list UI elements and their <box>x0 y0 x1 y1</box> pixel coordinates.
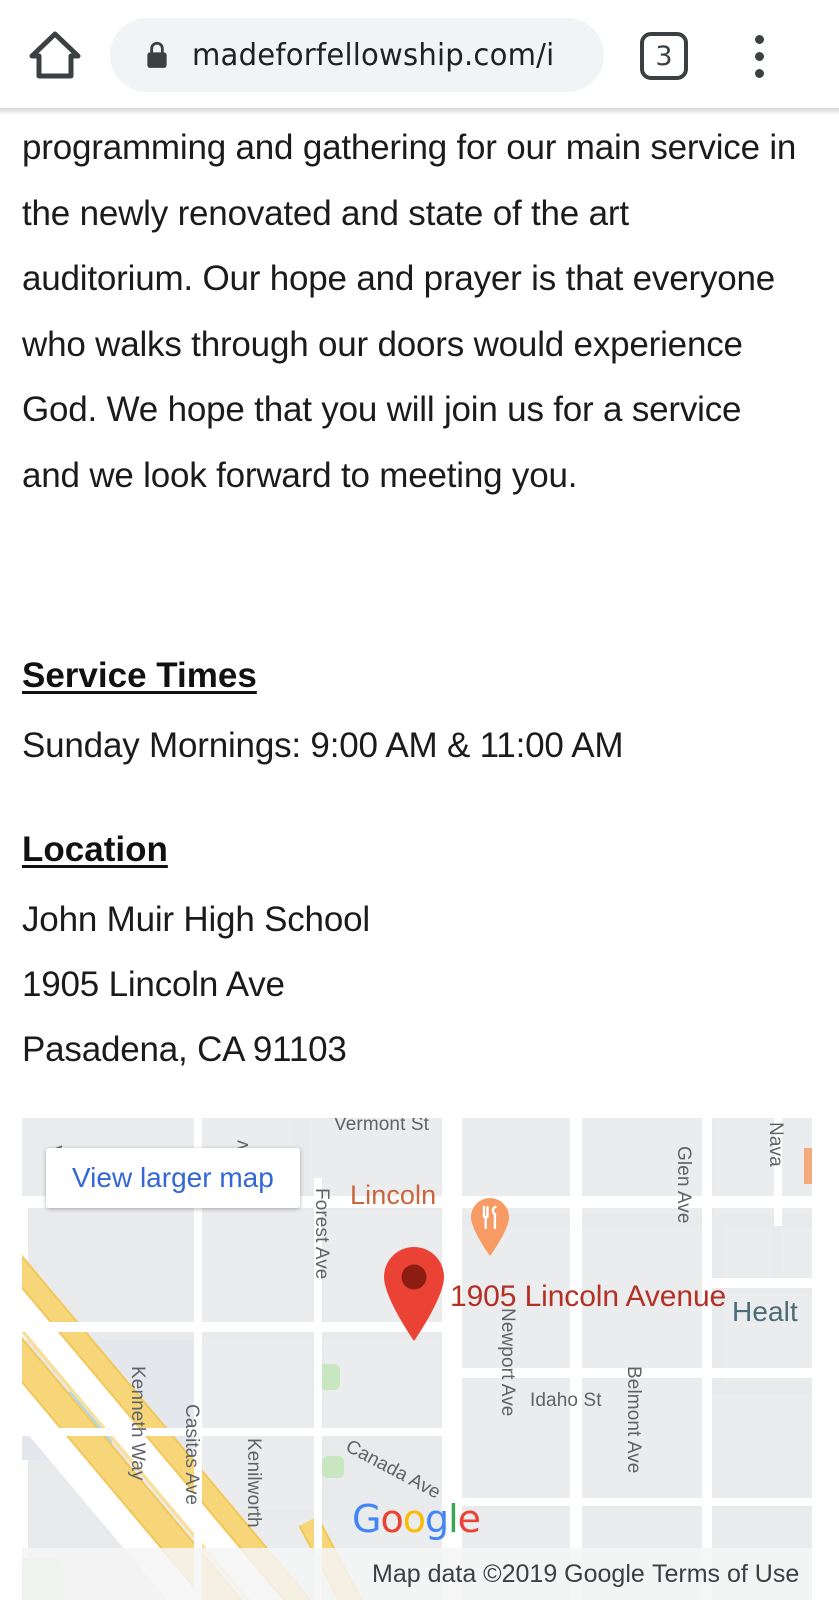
map-data-attribution: Map data ©2019 Google <box>372 1559 645 1588</box>
map-street-label: Forest Ave <box>311 1188 332 1280</box>
map-parcel <box>782 1228 812 1280</box>
address-bar[interactable]: madeforfellowship.com/i <box>110 18 604 92</box>
map-street-label: Kenneth Way <box>127 1366 148 1481</box>
map-parcel <box>202 1210 312 1328</box>
map-street-label: Kenilworth <box>243 1438 264 1528</box>
map-street-label: Canada Ave <box>342 1436 444 1504</box>
map-street-label: Newport Ave <box>497 1308 518 1417</box>
map-street-label: Belmont Ave <box>623 1366 644 1474</box>
map-parcel <box>712 1394 812 1500</box>
map-poi-label: Healt <box>732 1296 798 1327</box>
location-heading: Location <box>22 830 168 869</box>
view-larger-map-button[interactable]: View larger map <box>46 1148 300 1208</box>
service-times-heading: Service Times <box>22 656 257 695</box>
map-pin-icon[interactable] <box>380 1246 448 1342</box>
overflow-menu-icon-dot <box>754 51 764 61</box>
service-times-text: Sunday Mornings: 9:00 AM & 11:00 AM <box>22 726 624 765</box>
map-road <box>570 1118 582 1600</box>
terms-of-use-link[interactable]: Terms of Use <box>652 1560 799 1589</box>
map-street-label: Glen Ave <box>673 1146 694 1224</box>
overflow-menu-button[interactable] <box>735 26 783 86</box>
map-street-label: Nava <box>765 1122 786 1167</box>
map-parcel <box>200 1340 312 1430</box>
map-road <box>442 1498 812 1506</box>
google-logo-letter: e <box>457 1497 481 1541</box>
home-button[interactable] <box>27 27 83 83</box>
google-logo-letter: o <box>380 1497 403 1541</box>
google-logo-letter: G <box>352 1497 381 1541</box>
map-road <box>702 1118 712 1600</box>
home-icon <box>29 31 81 79</box>
map-street-label: Casitas Ave <box>181 1404 202 1506</box>
url-text: madeforfellowship.com/i <box>192 37 555 73</box>
intro-paragraph-block: programming and gathering for our main s… <box>0 108 839 508</box>
map-park <box>322 1456 344 1478</box>
map-road <box>22 1428 452 1436</box>
google-logo-letter: o <box>402 1497 426 1541</box>
location-city-state-zip: Pasadena, CA 91103 <box>22 1030 347 1069</box>
location-venue: John Muir High School <box>22 900 370 939</box>
lock-icon <box>147 41 167 68</box>
map-parcel <box>324 1340 440 1430</box>
google-logo: Google <box>352 1497 481 1541</box>
map-attribution-bar: Map data ©2019 Google Terms of Use <box>22 1548 812 1600</box>
map-street-label: Idaho St <box>530 1390 602 1411</box>
browser-window: madeforfellowship.com/i 3 programming an… <box>0 0 839 1600</box>
map-canvas[interactable]: A Av Vermont St Forest Ave Lincoln Glen … <box>22 1118 812 1600</box>
location-street: 1905 Lincoln Ave <box>22 965 285 1004</box>
map-parcel <box>722 1228 772 1280</box>
tab-count: 3 <box>655 40 673 72</box>
google-map-embed[interactable]: A Av Vermont St Forest Ave Lincoln Glen … <box>22 1118 812 1600</box>
map-street-label: Vermont St <box>334 1118 429 1135</box>
map-address-label: 1905 Lincoln Avenue <box>450 1280 727 1313</box>
restaurant-pin-icon[interactable] <box>468 1196 512 1256</box>
tab-counter-button[interactable]: 3 <box>640 32 688 80</box>
google-logo-letter: g <box>424 1497 449 1541</box>
browser-toolbar: madeforfellowship.com/i 3 <box>0 0 839 115</box>
map-road <box>712 1278 812 1288</box>
google-logo-letter: l <box>448 1497 459 1541</box>
map-road-orange <box>804 1148 812 1184</box>
overflow-menu-icon-dot <box>754 68 764 78</box>
overflow-menu-icon <box>754 34 764 44</box>
intro-paragraph: programming and gathering for our main s… <box>22 128 797 495</box>
map-street-label-major: Lincoln <box>350 1180 437 1210</box>
